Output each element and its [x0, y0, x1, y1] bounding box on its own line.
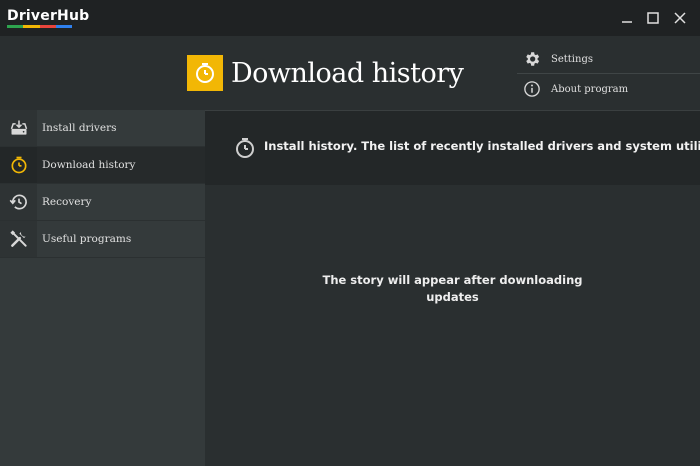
sidebar-header	[0, 36, 205, 110]
about-menu-item[interactable]: About program	[517, 74, 700, 104]
sidebar-item-label: Useful programs	[42, 233, 132, 245]
minimize-icon	[622, 21, 632, 23]
about-label: About program	[551, 83, 629, 95]
history-icon	[9, 194, 27, 210]
logo-color-bar	[7, 25, 72, 28]
stopwatch-icon	[11, 156, 26, 174]
minimize-button[interactable]	[617, 8, 637, 28]
info-icon	[524, 81, 540, 97]
settings-label: Settings	[551, 53, 593, 65]
gear-icon	[526, 52, 540, 66]
sidebar-item-download-history[interactable]: Download history	[0, 147, 205, 184]
close-icon	[674, 12, 686, 24]
settings-menu-item[interactable]: Settings	[517, 44, 700, 74]
page-title-icon-box	[187, 55, 223, 91]
info-text: Install history. The list of recently in…	[264, 139, 700, 153]
empty-state-message: The story will appear after downloading …	[205, 272, 700, 306]
drive-download-icon	[10, 120, 27, 135]
close-button[interactable]	[670, 8, 690, 28]
app-logo: DriverHub	[7, 8, 90, 24]
page-title: Download history	[231, 58, 464, 89]
sidebar-item-label: Recovery	[42, 196, 92, 208]
maximize-icon	[647, 12, 659, 24]
sidebar-item-install-drivers[interactable]: Install drivers	[0, 110, 205, 147]
empty-state-line: The story will appear after downloading	[322, 273, 583, 287]
title-bar: DriverHub	[0, 0, 700, 36]
empty-state-line: updates	[426, 290, 479, 304]
sidebar-item-recovery[interactable]: Recovery	[0, 184, 205, 221]
stopwatch-icon	[196, 63, 214, 83]
sidebar-item-label: Install drivers	[42, 122, 117, 134]
sidebar-item-useful-programs[interactable]: Useful programs	[0, 221, 205, 258]
stopwatch-icon	[236, 138, 254, 158]
sidebar-item-label: Download history	[42, 159, 136, 171]
maximize-button[interactable]	[643, 8, 663, 28]
tools-icon	[9, 230, 27, 247]
